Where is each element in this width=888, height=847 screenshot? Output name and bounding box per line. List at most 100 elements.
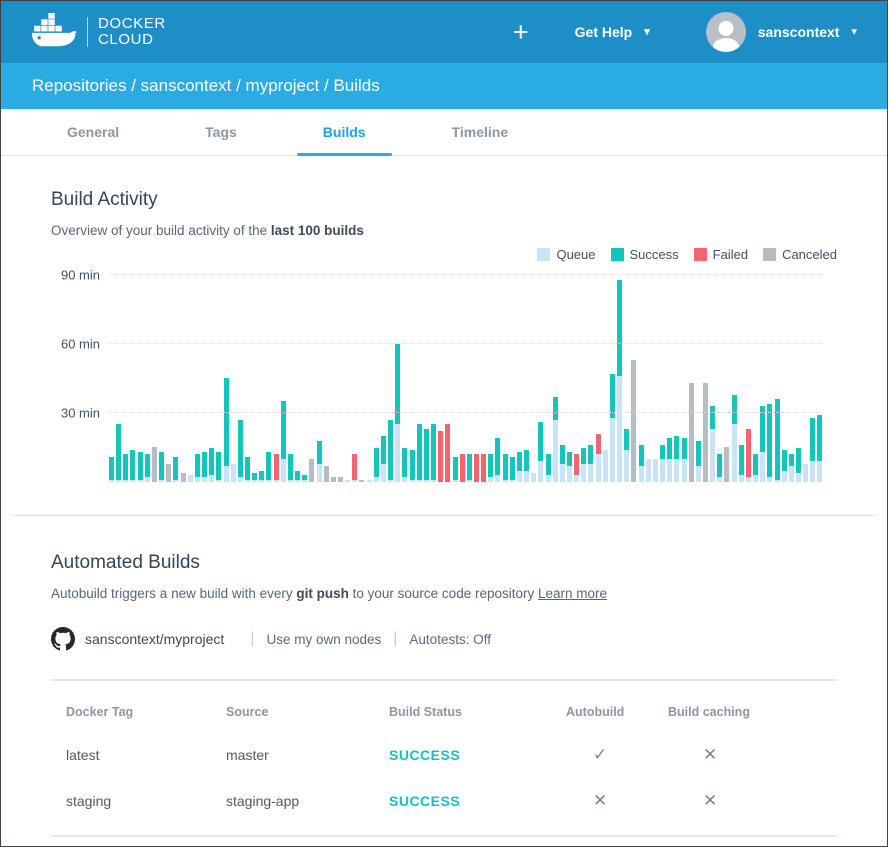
legend-item-canceled: Canceled (763, 247, 837, 262)
gridline-60: 60 min (109, 343, 823, 344)
chart-bar (359, 480, 364, 482)
chart-bar (674, 436, 679, 482)
caching-cross-icon[interactable]: ✕ (668, 745, 839, 765)
chart-bar (710, 406, 715, 482)
legend-label: Failed (713, 247, 748, 262)
chart-bar (166, 464, 171, 482)
column-header-build-caching: Build caching (668, 705, 839, 719)
tab-timeline[interactable]: Timeline (426, 109, 535, 155)
chart-bar (796, 448, 801, 483)
chart-bar (631, 360, 636, 482)
chart-bar (188, 475, 193, 482)
chart-bar (302, 475, 307, 482)
username-label: sanscontext (758, 24, 840, 40)
docker-tag-cell: staging (66, 793, 226, 809)
breadcrumb[interactable]: Repositories / sanscontext / myproject /… (32, 76, 380, 96)
chart-bar (238, 420, 243, 482)
chart-bar (732, 395, 737, 482)
chart-legend: QueueSuccessFailedCanceled (51, 247, 837, 262)
caching-cross-icon[interactable]: ✕ (668, 791, 839, 811)
chart-bar (474, 454, 479, 482)
legend-label: Success (630, 247, 679, 262)
chart-bar (667, 438, 672, 482)
repo-name: sanscontext/myproject (85, 631, 224, 647)
chart-bar (567, 452, 572, 482)
chart-bar (152, 447, 157, 482)
chart-bar (603, 450, 608, 482)
legend-item-success: Success (611, 247, 679, 262)
build-activity-section: Build Activity Overview of your build ac… (1, 156, 887, 482)
build-activity-chart: 30 min60 min90 min (51, 268, 837, 482)
chart-bar (660, 445, 665, 482)
y-tick-label: 60 min (61, 336, 100, 351)
automated-builds-subtitle: Autobuild triggers a new build with ever… (51, 586, 837, 601)
chart-bar (488, 454, 493, 482)
logo-divider (87, 17, 88, 47)
build-activity-subtitle: Overview of your build activity of the l… (51, 223, 837, 238)
own-nodes-label: Use my own nodes (266, 632, 381, 647)
chart-bar (453, 457, 458, 482)
autobuild-check-icon[interactable]: ✓ (566, 745, 668, 765)
success-swatch (611, 248, 624, 261)
chart-bar (445, 424, 450, 482)
chart-bar (531, 473, 536, 482)
get-help-menu[interactable]: Get Help ▾ (575, 24, 650, 40)
chart-bar (517, 452, 522, 482)
tab-builds[interactable]: Builds (297, 109, 392, 155)
builds-table: Docker TagSourceBuild StatusAutobuildBui… (51, 679, 837, 837)
chart-bar (653, 459, 658, 482)
docker-tag-cell: latest (66, 747, 226, 763)
chart-bar (274, 454, 279, 482)
top-bar: DOCKER CLOUD + Get Help ▾ sanscontext ▾ (1, 1, 887, 63)
chart-bar (560, 445, 565, 482)
chart-bar (760, 406, 765, 482)
get-help-label: Get Help (575, 24, 633, 40)
learn-more-link[interactable]: Learn more (538, 586, 607, 601)
chart-bar (374, 448, 379, 483)
chart-bar (481, 454, 486, 482)
chart-bar (495, 438, 500, 482)
chart-bar (553, 397, 558, 482)
table-row: stagingstaging-appSUCCESS✕✕ (51, 791, 837, 811)
chart-bar (410, 450, 415, 482)
chart-bar (588, 445, 593, 482)
tab-bar: General Tags Builds Timeline (1, 109, 887, 156)
chart-bar (431, 424, 436, 482)
chart-bar (810, 418, 815, 482)
chart-bar (510, 457, 515, 482)
chart-bar (581, 448, 586, 483)
chart-bar (417, 424, 422, 482)
avatar (706, 12, 746, 52)
chart-bar (324, 466, 329, 482)
chart-bar (746, 429, 751, 482)
tab-tags[interactable]: Tags (179, 109, 263, 155)
chart-bar (789, 454, 794, 482)
create-plus-button[interactable]: + (513, 19, 529, 46)
tab-general[interactable]: General (41, 109, 145, 155)
chart-bar (145, 454, 150, 482)
separator: | (393, 630, 397, 648)
autobuild-cross-icon[interactable]: ✕ (566, 791, 668, 811)
chart-bar (467, 454, 472, 482)
y-tick-label: 30 min (61, 405, 100, 420)
column-header-docker-tag: Docker Tag (66, 705, 226, 719)
chart-bar (703, 383, 708, 482)
user-menu[interactable]: sanscontext ▾ (706, 12, 857, 52)
chart-bar (689, 383, 694, 482)
chart-bar (266, 452, 271, 482)
chart-bar (231, 464, 236, 482)
docker-cloud-window: DOCKER CLOUD + Get Help ▾ sanscontext ▾ … (0, 0, 888, 847)
source-cell: master (226, 747, 389, 763)
chart-bar (123, 454, 128, 482)
legend-label: Canceled (782, 247, 837, 262)
failed-swatch (694, 248, 707, 261)
chart-bar (438, 431, 443, 482)
chart-bar (309, 459, 314, 482)
docker-whale-icon (31, 13, 77, 52)
chart-bar (753, 454, 758, 482)
chart-bar (281, 401, 286, 482)
docker-cloud-logo[interactable]: DOCKER CLOUD (31, 13, 166, 52)
gridline-30: 30 min (109, 412, 823, 413)
chart-bar (624, 429, 629, 482)
chart-bar (202, 452, 207, 482)
